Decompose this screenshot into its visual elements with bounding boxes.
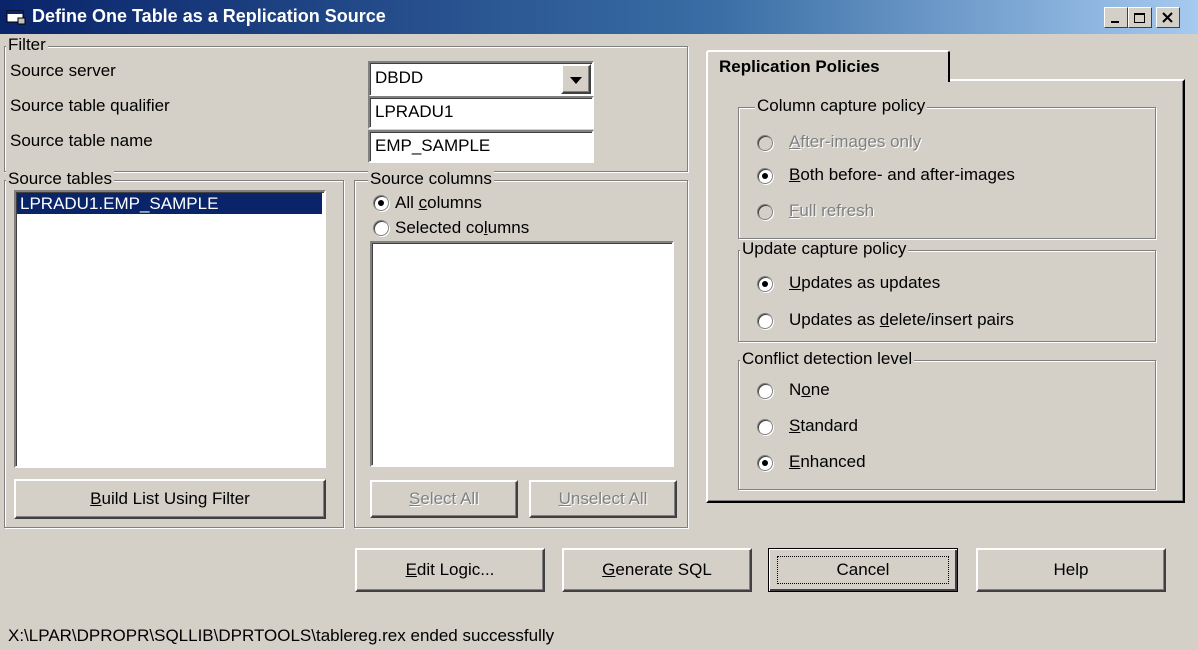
close-icon (1162, 12, 1173, 23)
list-item-selected[interactable]: LPRADU1.EMP_SAMPLE (17, 193, 322, 214)
full-refresh-label: Full refresh (789, 201, 875, 220)
source-server-select[interactable]: DBDD (368, 61, 594, 97)
conflict-detection-legend: Conflict detection level (740, 349, 915, 368)
source-tables-legend: Source tables (6, 169, 114, 188)
updates-as-updates-label: Updates as updates (789, 273, 941, 292)
app-icon (6, 10, 26, 25)
help-label: Help (1053, 560, 1089, 579)
source-name-label: Source table name (10, 131, 153, 150)
maximize-icon (1134, 13, 1145, 23)
all-columns-label: All columns (395, 193, 482, 212)
source-server-label: Source server (10, 61, 116, 80)
filter-legend: Filter (6, 35, 48, 54)
updates-as-pairs-label: Updates as delete/insert pairs (789, 310, 1014, 329)
conflict-none-radio[interactable] (757, 383, 773, 399)
edit-logic-button[interactable]: Edit Logic... (355, 548, 545, 592)
all-columns-radio[interactable] (373, 195, 389, 211)
source-name-value: EMP_SAMPLE (375, 136, 491, 155)
edit-logic-label: Edit Logic... (405, 560, 495, 579)
minimize-button[interactable] (1104, 7, 1128, 28)
tab-label: Replication Policies (719, 57, 880, 76)
both-images-label: Both before- and after-images (789, 165, 1015, 184)
build-list-button[interactable]: Build List Using Filter (14, 479, 326, 519)
source-qualifier-value: LPRADU1 (375, 102, 454, 121)
source-qualifier-input[interactable]: LPRADU1 (368, 96, 594, 129)
after-images-only-radio[interactable] (757, 135, 773, 151)
status-message: X:\LPAR\DPROPR\SQLLIB\DPRTOOLS\tablereg.… (8, 626, 555, 645)
conflict-standard-radio[interactable] (757, 419, 773, 435)
title-bar[interactable]: Define One Table as a Replication Source (0, 0, 1198, 34)
select-all-button[interactable]: Select All (370, 480, 518, 518)
maximize-button[interactable] (1128, 7, 1152, 28)
source-server-value: DBDD (375, 68, 424, 87)
unselect-all-label: Unselect All (558, 489, 648, 508)
source-qualifier-label: Source table qualifier (10, 96, 170, 115)
conflict-enhanced-label: Enhanced (789, 452, 866, 471)
dropdown-button[interactable] (561, 64, 591, 94)
generate-sql-button[interactable]: Generate SQL (562, 548, 752, 592)
update-capture-legend: Update capture policy (740, 239, 909, 258)
unselect-all-button[interactable]: Unselect All (529, 480, 677, 518)
window-title: Define One Table as a Replication Source (32, 6, 386, 26)
build-list-label: Build List Using Filter (90, 489, 250, 508)
cancel-button[interactable]: Cancel (768, 548, 958, 592)
conflict-enhanced-radio[interactable] (757, 455, 773, 471)
close-button[interactable] (1156, 7, 1180, 28)
help-button[interactable]: Help (976, 548, 1166, 592)
cancel-label: Cancel (836, 560, 890, 579)
after-images-only-label: After-images only (789, 132, 922, 151)
tab-replication-policies[interactable]: Replication Policies (706, 50, 950, 82)
source-tables-list[interactable]: LPRADU1.EMP_SAMPLE (14, 190, 326, 468)
updates-as-updates-radio[interactable] (757, 276, 773, 292)
full-refresh-radio[interactable] (757, 204, 773, 220)
source-columns-list[interactable] (370, 241, 674, 467)
source-name-input[interactable]: EMP_SAMPLE (368, 130, 594, 163)
updates-as-pairs-radio[interactable] (757, 313, 773, 329)
selected-columns-radio[interactable] (373, 220, 389, 236)
column-capture-legend: Column capture policy (755, 96, 928, 115)
select-all-label: Select All (409, 489, 479, 508)
both-images-radio[interactable] (757, 168, 773, 184)
source-columns-legend: Source columns (368, 169, 494, 188)
generate-sql-label: Generate SQL (602, 560, 712, 579)
minimize-icon (1111, 21, 1119, 23)
conflict-none-label: None (789, 380, 830, 399)
selected-columns-label: Selected columns (395, 218, 530, 237)
conflict-standard-label: Standard (789, 416, 859, 435)
chevron-down-icon (570, 77, 582, 84)
